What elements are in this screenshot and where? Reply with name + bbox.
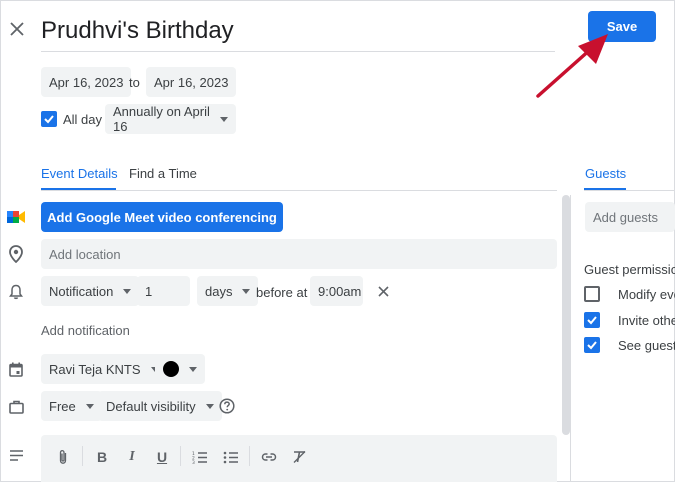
- bell-icon: [7, 283, 25, 301]
- end-date-chip[interactable]: Apr 16, 2023: [146, 67, 237, 97]
- notification-type-text: Notification: [49, 283, 114, 299]
- panel-divider: [570, 195, 571, 482]
- notification-time-input[interactable]: 9:00am: [310, 276, 363, 306]
- italic-icon[interactable]: I: [122, 447, 142, 467]
- annotation-arrow-icon: [536, 34, 608, 98]
- svg-text:3: 3: [192, 460, 195, 464]
- see-guest-list-checkbox[interactable]: [584, 337, 600, 353]
- calendar-owner-dropdown[interactable]: Ravi Teja KNTS: [41, 354, 167, 384]
- close-icon[interactable]: [8, 20, 26, 38]
- numbered-list-icon[interactable]: 123: [190, 447, 210, 467]
- visibility-text: Default visibility: [106, 398, 196, 414]
- visibility-dropdown[interactable]: Default visibility: [98, 391, 222, 421]
- google-meet-icon: [7, 208, 25, 226]
- chevron-down-icon: [189, 366, 197, 372]
- tabs-divider: [41, 190, 557, 191]
- notification-value-input[interactable]: 1: [137, 276, 190, 306]
- description-lines-icon: [7, 446, 25, 464]
- see-guest-list-label: See guest: [618, 338, 675, 353]
- help-icon[interactable]: [218, 397, 236, 415]
- event-title-input[interactable]: Prudhvi's Birthday: [41, 14, 555, 52]
- bulleted-list-icon[interactable]: [221, 447, 241, 467]
- chevron-down-icon: [205, 403, 214, 409]
- modify-event-label: Modify eve: [618, 287, 675, 302]
- end-date-text: Apr 16, 2023: [154, 74, 229, 90]
- tab-guests[interactable]: Guests: [585, 166, 626, 181]
- notification-time-text: 9:00am: [318, 283, 362, 299]
- toolbar-separator: [82, 446, 83, 466]
- all-day-label: All day: [63, 112, 103, 127]
- guests-tab-divider: [584, 190, 675, 191]
- invite-others-label: Invite othe: [618, 313, 675, 328]
- location-pin-icon: [7, 245, 25, 263]
- location-input[interactable]: Add location: [41, 239, 557, 269]
- chevron-down-icon: [123, 288, 132, 294]
- toolbar-separator: [249, 446, 250, 466]
- calendar-color-dot: [163, 361, 179, 377]
- add-notification-link[interactable]: Add notification: [41, 323, 130, 338]
- link-icon[interactable]: [259, 447, 279, 467]
- bold-icon[interactable]: B: [92, 447, 112, 467]
- underline-icon[interactable]: U: [152, 447, 172, 467]
- toolbar-separator: [180, 446, 181, 466]
- add-google-meet-button[interactable]: Add Google Meet video conferencing: [41, 202, 283, 232]
- notification-unit-dropdown[interactable]: days: [197, 276, 259, 306]
- availability-text: Free: [49, 398, 76, 414]
- tab-event-details[interactable]: Event Details: [41, 166, 118, 181]
- calendar-icon: [7, 360, 25, 378]
- calendar-owner-text: Ravi Teja KNTS: [49, 361, 141, 377]
- briefcase-icon: [7, 398, 25, 416]
- add-guests-input[interactable]: Add guests: [585, 202, 675, 232]
- start-date-text: Apr 16, 2023: [49, 74, 124, 90]
- calendar-color-dropdown[interactable]: [155, 354, 205, 384]
- chevron-down-icon: [85, 403, 94, 409]
- scrollbar-thumb[interactable]: [562, 195, 570, 435]
- attachment-icon[interactable]: [53, 447, 73, 467]
- availability-dropdown[interactable]: Free: [41, 391, 102, 421]
- start-date-chip[interactable]: Apr 16, 2023: [41, 67, 132, 97]
- remove-formatting-icon[interactable]: [289, 447, 309, 467]
- before-at-label: before at: [256, 285, 308, 300]
- remove-notification-close-icon[interactable]: [375, 283, 391, 299]
- date-to-label: to: [129, 75, 140, 90]
- notification-type-dropdown[interactable]: Notification: [41, 276, 140, 306]
- guest-permissions-label: Guest permission: [584, 262, 675, 277]
- recurrence-dropdown[interactable]: Annually on April 16: [105, 104, 236, 134]
- recurrence-text: Annually on April 16: [113, 104, 210, 134]
- tab-find-a-time[interactable]: Find a Time: [129, 166, 197, 181]
- chevron-down-icon: [242, 288, 251, 294]
- all-day-checkbox[interactable]: [41, 111, 57, 127]
- chevron-down-icon: [220, 116, 228, 122]
- modify-event-checkbox[interactable]: [584, 286, 600, 302]
- notification-unit-text: days: [205, 283, 233, 299]
- invite-others-checkbox[interactable]: [584, 312, 600, 328]
- notification-value-text: 1: [145, 283, 153, 299]
